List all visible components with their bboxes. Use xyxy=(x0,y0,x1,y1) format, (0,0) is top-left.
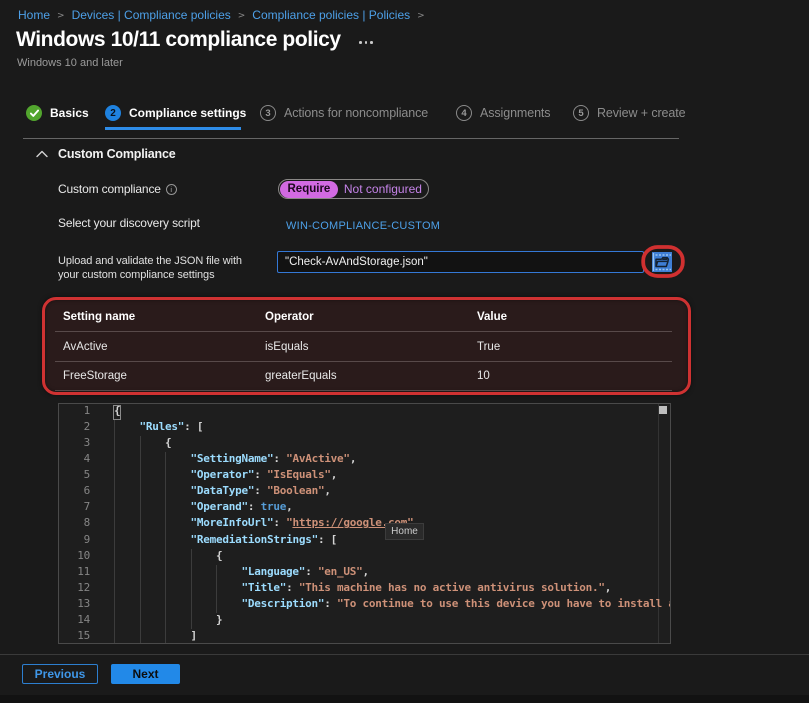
toggle-not-configured[interactable]: Not configured xyxy=(338,182,428,196)
active-tab-underline xyxy=(105,127,241,130)
table-cell: AvActive xyxy=(63,341,108,353)
tab-review-create[interactable]: 5 Review + create xyxy=(573,104,686,122)
code-line: 15 ] xyxy=(59,628,670,643)
next-button[interactable]: Next xyxy=(111,664,180,684)
col-header-operator[interactable]: Operator xyxy=(265,311,314,323)
code-line: 14 } xyxy=(59,612,670,629)
code-line: 5 "Operator": "IsEquals", xyxy=(59,468,670,485)
breadcrumb-separator-icon: > xyxy=(57,10,65,21)
step-number: 5 xyxy=(573,105,589,121)
upload-label: Upload and validate the JSON file with y… xyxy=(58,254,242,282)
code-line: 13 "Description": "To continue to use th… xyxy=(59,596,670,613)
col-header-setting-name[interactable]: Setting name xyxy=(63,311,135,323)
footer-separator xyxy=(0,654,809,655)
more-menu-icon[interactable] xyxy=(359,41,373,44)
link-tooltip: Home xyxy=(385,523,424,540)
code-line: 6 "DataType": "Boolean", xyxy=(59,484,670,501)
custom-compliance-label: Custom compliance xyxy=(58,182,161,196)
table-divider xyxy=(55,361,672,362)
code-line: 12 "Title": "This machine has no active … xyxy=(59,580,670,597)
folder-icon xyxy=(652,252,672,272)
breadcrumb: Home > Devices | Compliance policies > C… xyxy=(18,7,432,23)
step-done-icon xyxy=(26,105,42,121)
tab-label: Assignments xyxy=(480,106,551,120)
breadcrumb-devices[interactable]: Devices | Compliance policies xyxy=(72,8,231,22)
table-divider xyxy=(55,390,672,391)
section-title[interactable]: Custom Compliance xyxy=(58,147,176,161)
table-cell: isEquals xyxy=(265,341,309,353)
toggle-require[interactable]: Require xyxy=(280,180,338,198)
breadcrumb-separator-icon: > xyxy=(417,10,425,21)
tabs-separator xyxy=(23,138,679,139)
custom-compliance-toggle[interactable]: Require Not configured xyxy=(278,179,429,199)
code-line: 9 "RemediationStrings": [ xyxy=(59,532,670,549)
breadcrumb-separator-icon: > xyxy=(237,10,246,21)
discovery-script-label: Select your discovery script xyxy=(58,216,200,230)
table-cell: 10 xyxy=(477,370,490,382)
bottom-strip xyxy=(0,695,809,703)
code-line: 4 "SettingName": "AvActive", xyxy=(59,452,670,469)
code-line: 3 { xyxy=(59,436,670,453)
tab-label: Actions for noncompliance xyxy=(284,106,429,120)
collapse-chevron-icon[interactable] xyxy=(36,150,48,158)
code-line: 7 "Operand": true, xyxy=(59,500,670,517)
page-title: Windows 10/11 compliance policy xyxy=(16,28,341,51)
page-subtitle: Windows 10 and later xyxy=(17,57,123,69)
breadcrumb-home[interactable]: Home xyxy=(18,8,50,22)
info-icon[interactable]: i xyxy=(165,183,177,195)
previous-button[interactable]: Previous xyxy=(22,664,98,684)
step-number: 3 xyxy=(260,105,276,121)
json-file-input[interactable] xyxy=(277,251,644,273)
tab-basics[interactable]: Basics xyxy=(26,104,89,122)
table-cell: greaterEquals xyxy=(265,370,337,382)
tab-assignments[interactable]: 4 Assignments xyxy=(456,104,551,122)
code-line: 10 { xyxy=(59,548,670,565)
code-line: 1{ xyxy=(59,404,670,420)
tab-actions-for-noncompliance[interactable]: 3 Actions for noncompliance xyxy=(260,104,428,122)
table-cell: True xyxy=(477,341,501,353)
settings-table-annotation xyxy=(42,297,691,395)
discovery-script-link[interactable]: WIN-COMPLIANCE-CUSTOM xyxy=(286,220,440,232)
tab-label: Compliance settings xyxy=(129,106,247,120)
tab-label: Basics xyxy=(50,106,89,120)
json-code-editor[interactable]: 1{2 "Rules": [3 {4 "SettingName": "AvAct… xyxy=(58,403,671,644)
code-line: 8 "MoreInfoUrl": "https://google.com", xyxy=(59,516,670,533)
breadcrumb-policies[interactable]: Compliance policies | Policies xyxy=(252,8,410,22)
tab-compliance-settings[interactable]: 2 Compliance settings xyxy=(105,104,246,122)
browse-folder-button[interactable] xyxy=(652,252,672,272)
table-cell: FreeStorage xyxy=(63,370,127,382)
step-number: 2 xyxy=(105,105,121,121)
code-line: 2 "Rules": [ xyxy=(59,420,670,437)
col-header-value[interactable]: Value xyxy=(477,311,507,323)
step-number: 4 xyxy=(456,105,472,121)
table-divider xyxy=(55,331,672,332)
code-line: 11 "Language": "en_US", xyxy=(59,564,670,581)
tab-label: Review + create xyxy=(597,106,686,120)
